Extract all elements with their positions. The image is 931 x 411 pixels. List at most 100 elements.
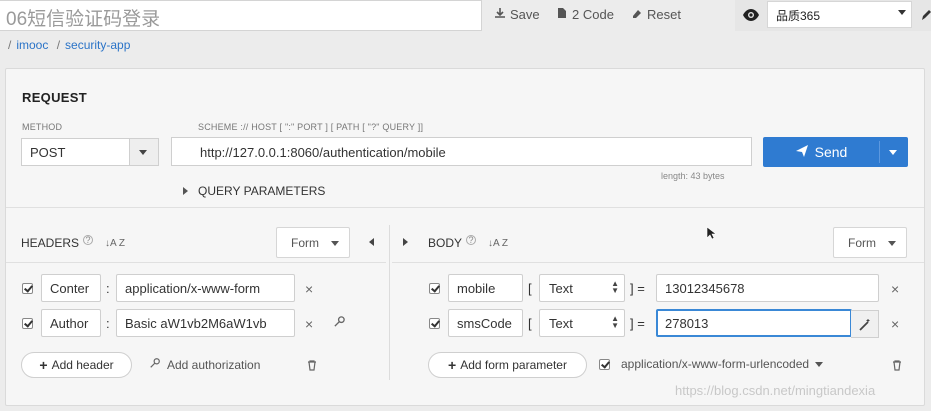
watermark-text: https://blog.csdn.net/mingtiandexia xyxy=(675,383,876,398)
body-form-label: Form xyxy=(848,236,876,250)
breadcrumb-separator: / xyxy=(56,38,61,52)
chevron-down-icon[interactable] xyxy=(889,150,897,155)
eye-icon[interactable] xyxy=(742,6,760,24)
chevron-down-icon xyxy=(815,361,824,367)
encoding-checkbox[interactable] xyxy=(599,359,610,370)
encoding-select[interactable]: application/x-www-form-urlencoded xyxy=(621,357,824,371)
param-type-select[interactable]: Text ▲ ▼ xyxy=(539,274,625,302)
send-main[interactable]: Send xyxy=(763,137,879,167)
plus-icon: + xyxy=(39,357,48,373)
header-row-checkbox[interactable] xyxy=(22,318,33,329)
updown-icon: ▲ ▼ xyxy=(611,279,619,295)
param-type-label: Text xyxy=(549,316,573,331)
chevron-down-icon xyxy=(888,241,896,246)
header-value-field[interactable]: Basic aW1vb2M6aW1vb xyxy=(116,309,295,337)
divider xyxy=(6,207,924,208)
request-title-input[interactable]: 06短信验证码登录 xyxy=(0,0,482,31)
updown-icon: ▲ ▼ xyxy=(611,314,619,330)
colon-separator: : xyxy=(106,316,110,331)
header-name-field[interactable]: Conter xyxy=(41,274,101,302)
colon-separator: : xyxy=(106,281,110,296)
help-icon[interactable]: ? xyxy=(466,235,477,245)
plus-icon: + xyxy=(448,357,457,373)
send-label: Send xyxy=(814,144,848,160)
breadcrumb: / imooc / security-app xyxy=(8,38,130,52)
encoding-label: application/x-www-form-urlencoded xyxy=(621,357,810,371)
param-type-label: Text xyxy=(549,281,573,296)
body-form-toggle[interactable]: Form xyxy=(833,227,907,258)
add-form-parameter-button[interactable]: + Add form parameter xyxy=(428,352,587,378)
chevron-down-icon xyxy=(331,241,339,246)
arrow-left-icon[interactable] xyxy=(369,238,374,246)
pane-splitter[interactable] xyxy=(389,225,390,380)
chevron-down-icon xyxy=(898,10,906,15)
bracket-close-equals: ] = xyxy=(630,316,645,331)
file-icon xyxy=(556,7,568,22)
save-button[interactable]: Save xyxy=(494,7,540,22)
header-value-field[interactable]: application/x-www-form xyxy=(116,274,295,302)
header-row-checkbox[interactable] xyxy=(22,283,33,294)
code-button[interactable]: 2 Code xyxy=(556,7,614,22)
body-row-checkbox[interactable] xyxy=(429,283,440,294)
add-form-parameter-label: Add form parameter xyxy=(460,358,567,372)
trash-icon[interactable] xyxy=(891,358,903,376)
eraser-icon xyxy=(631,7,643,22)
body-title: BODY ? ↓A Z xyxy=(428,235,508,250)
param-name-field[interactable]: smsCode xyxy=(448,309,523,337)
headers-form-toggle[interactable]: Form xyxy=(276,227,350,258)
magic-wand-button[interactable] xyxy=(851,310,879,338)
add-header-label: Add header xyxy=(51,358,114,372)
code-label: 2 Code xyxy=(572,7,614,22)
add-header-button[interactable]: + Add header xyxy=(21,352,132,378)
help-icon[interactable]: ? xyxy=(83,235,94,245)
reset-label: Reset xyxy=(647,7,681,22)
breadcrumb-item-security-app[interactable]: security-app xyxy=(65,38,130,52)
breadcrumb-separator: / xyxy=(8,38,12,52)
query-parameters-toggle[interactable]: QUERY PARAMETERS xyxy=(183,184,325,198)
mouse-cursor-icon xyxy=(706,226,717,240)
param-value-field-focused[interactable]: 278013 xyxy=(656,309,852,337)
divider xyxy=(6,262,386,263)
param-name-field[interactable]: mobile xyxy=(448,274,523,302)
trash-icon[interactable] xyxy=(306,358,318,376)
url-length: length: 43 bytes xyxy=(661,171,725,181)
param-type-select[interactable]: Text ▲ ▼ xyxy=(539,309,625,337)
add-authorization-label: Add authorization xyxy=(167,357,261,372)
environment-select[interactable]: 品质365 xyxy=(767,1,912,28)
body-label: BODY xyxy=(428,236,463,250)
add-authorization-link[interactable]: Add authorization xyxy=(149,357,260,372)
sort-icon[interactable]: ↓A Z xyxy=(105,238,125,249)
download-icon xyxy=(494,7,506,22)
param-value-field[interactable]: 13012345678 xyxy=(656,274,879,302)
key-icon xyxy=(149,357,161,372)
bracket-close-equals: ] = xyxy=(630,281,645,296)
header-name-field[interactable]: Author xyxy=(41,309,101,337)
body-row-checkbox[interactable] xyxy=(429,318,440,329)
headers-form-label: Form xyxy=(291,236,319,250)
save-label: Save xyxy=(510,7,540,22)
paper-plane-icon xyxy=(795,144,809,161)
headers-label: HEADERS xyxy=(21,236,80,250)
divider xyxy=(392,262,924,263)
query-parameters-label: QUERY PARAMETERS xyxy=(198,184,326,198)
top-toolbar: 06短信验证码登录 Save 2 Code Reset 品质365 xyxy=(0,0,931,31)
close-icon[interactable]: × xyxy=(305,316,313,332)
arrow-right-icon[interactable] xyxy=(403,238,408,246)
close-icon[interactable]: × xyxy=(305,281,313,297)
url-input[interactable]: http://127.0.0.1:8060/authentication/mob… xyxy=(171,137,752,166)
method-label: METHOD xyxy=(22,122,63,132)
pencil-icon[interactable] xyxy=(920,6,931,22)
request-section-title: REQUEST xyxy=(22,90,87,105)
chevron-down-icon xyxy=(139,150,147,155)
bracket-open: [ xyxy=(528,281,532,296)
send-button[interactable]: Send xyxy=(763,137,908,167)
sort-icon[interactable]: ↓A Z xyxy=(488,238,508,249)
bracket-open: [ xyxy=(528,316,532,331)
key-icon[interactable] xyxy=(333,315,346,333)
close-icon[interactable]: × xyxy=(891,281,899,297)
send-divider xyxy=(879,141,880,163)
breadcrumb-item-imooc[interactable]: imooc xyxy=(16,38,48,52)
reset-button[interactable]: Reset xyxy=(631,7,681,22)
headers-title: HEADERS ? ↓A Z xyxy=(21,235,125,250)
close-icon[interactable]: × xyxy=(891,316,899,332)
